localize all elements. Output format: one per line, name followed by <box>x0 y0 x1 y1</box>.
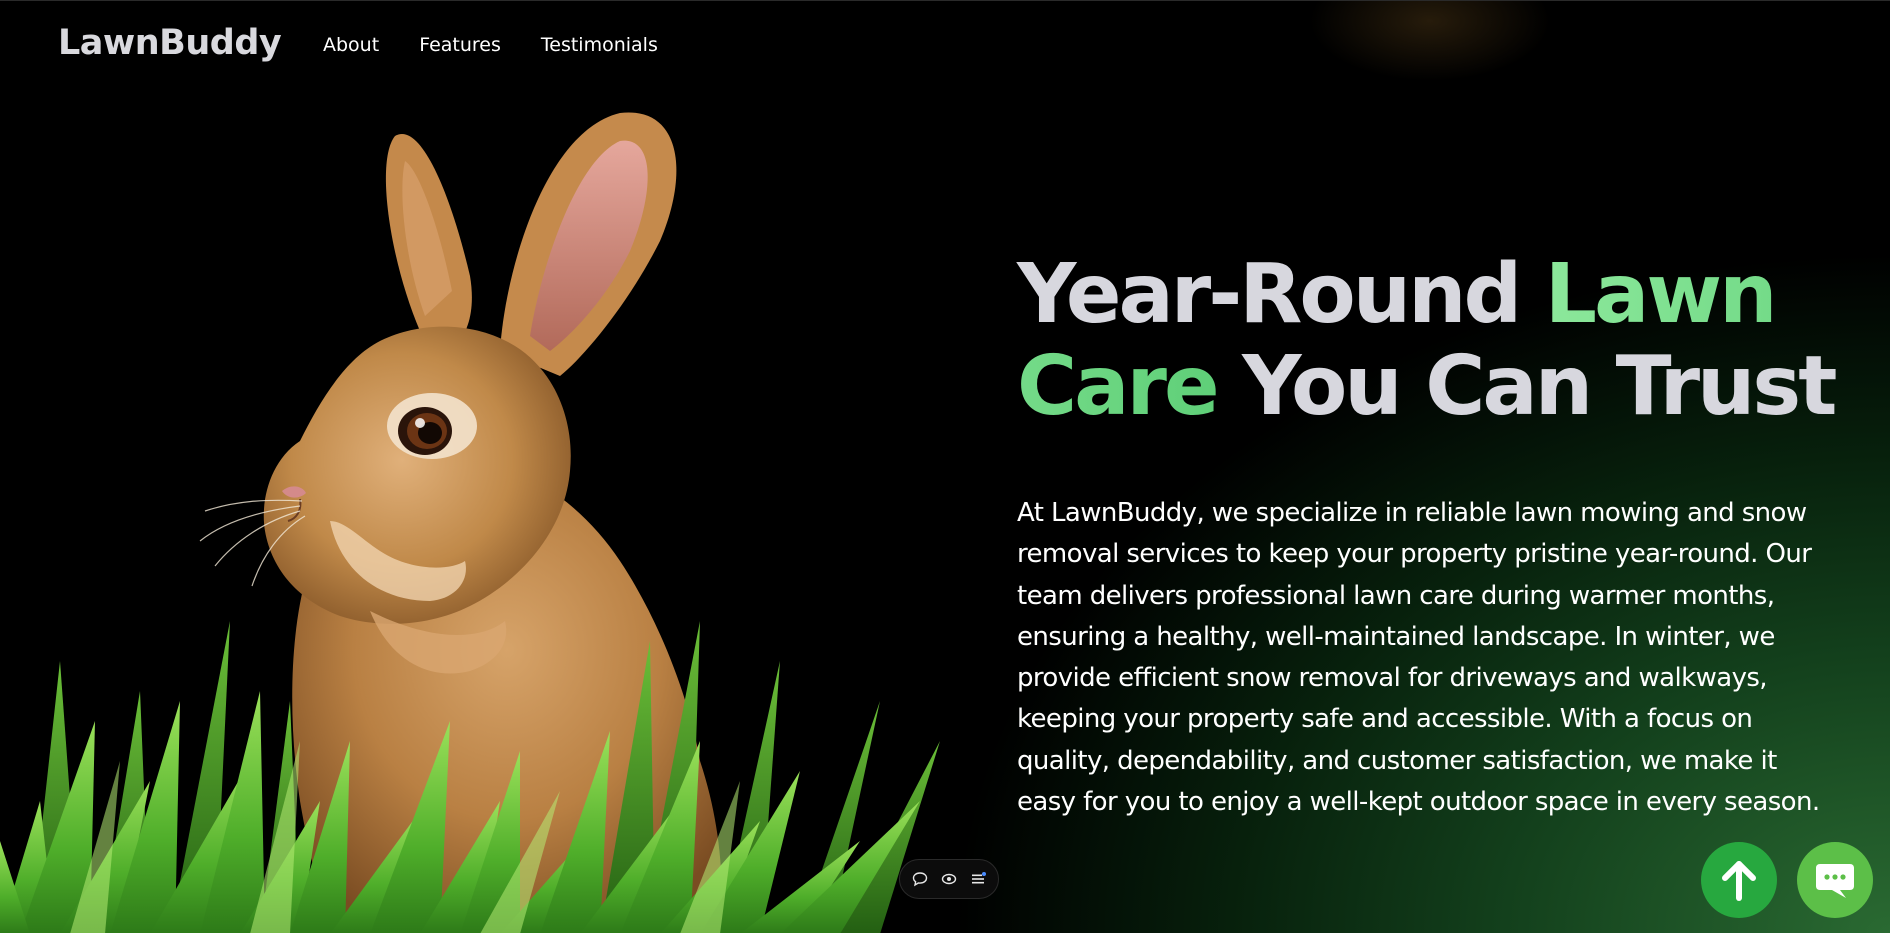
brand-logo[interactable]: LawnBuddy <box>58 23 282 63</box>
hero-description: At LawnBuddy, we specialize in reliable … <box>1017 498 1820 818</box>
hero-title-part1: Year-Round <box>1017 247 1545 342</box>
nav-link-testimonials[interactable]: Testimonials <box>541 34 658 56</box>
menu-icon[interactable] <box>969 870 987 888</box>
floating-toolbar <box>899 859 999 899</box>
nav-links: About Features Testimonials <box>323 34 658 56</box>
chat-bubble-icon <box>1816 864 1854 898</box>
hero-title-part2: You Can Trust <box>1216 339 1837 434</box>
nav-link-features[interactable]: Features <box>419 34 501 56</box>
bunny-in-grass-illustration <box>0 112 940 933</box>
comment-icon[interactable] <box>911 870 929 888</box>
top-nav: LawnBuddy About Features Testimonials <box>0 1 1890 91</box>
landing-page: LawnBuddy About Features Testimonials Ye… <box>0 0 1890 933</box>
nav-link-about[interactable]: About <box>323 34 379 56</box>
arrow-up-icon <box>1722 861 1756 901</box>
eye-icon[interactable] <box>940 870 958 888</box>
chat-button[interactable] <box>1797 842 1873 918</box>
scroll-to-top-button[interactable] <box>1701 842 1777 918</box>
hero-title: Year-Round Lawn Care You Can Trust <box>1017 249 1837 433</box>
